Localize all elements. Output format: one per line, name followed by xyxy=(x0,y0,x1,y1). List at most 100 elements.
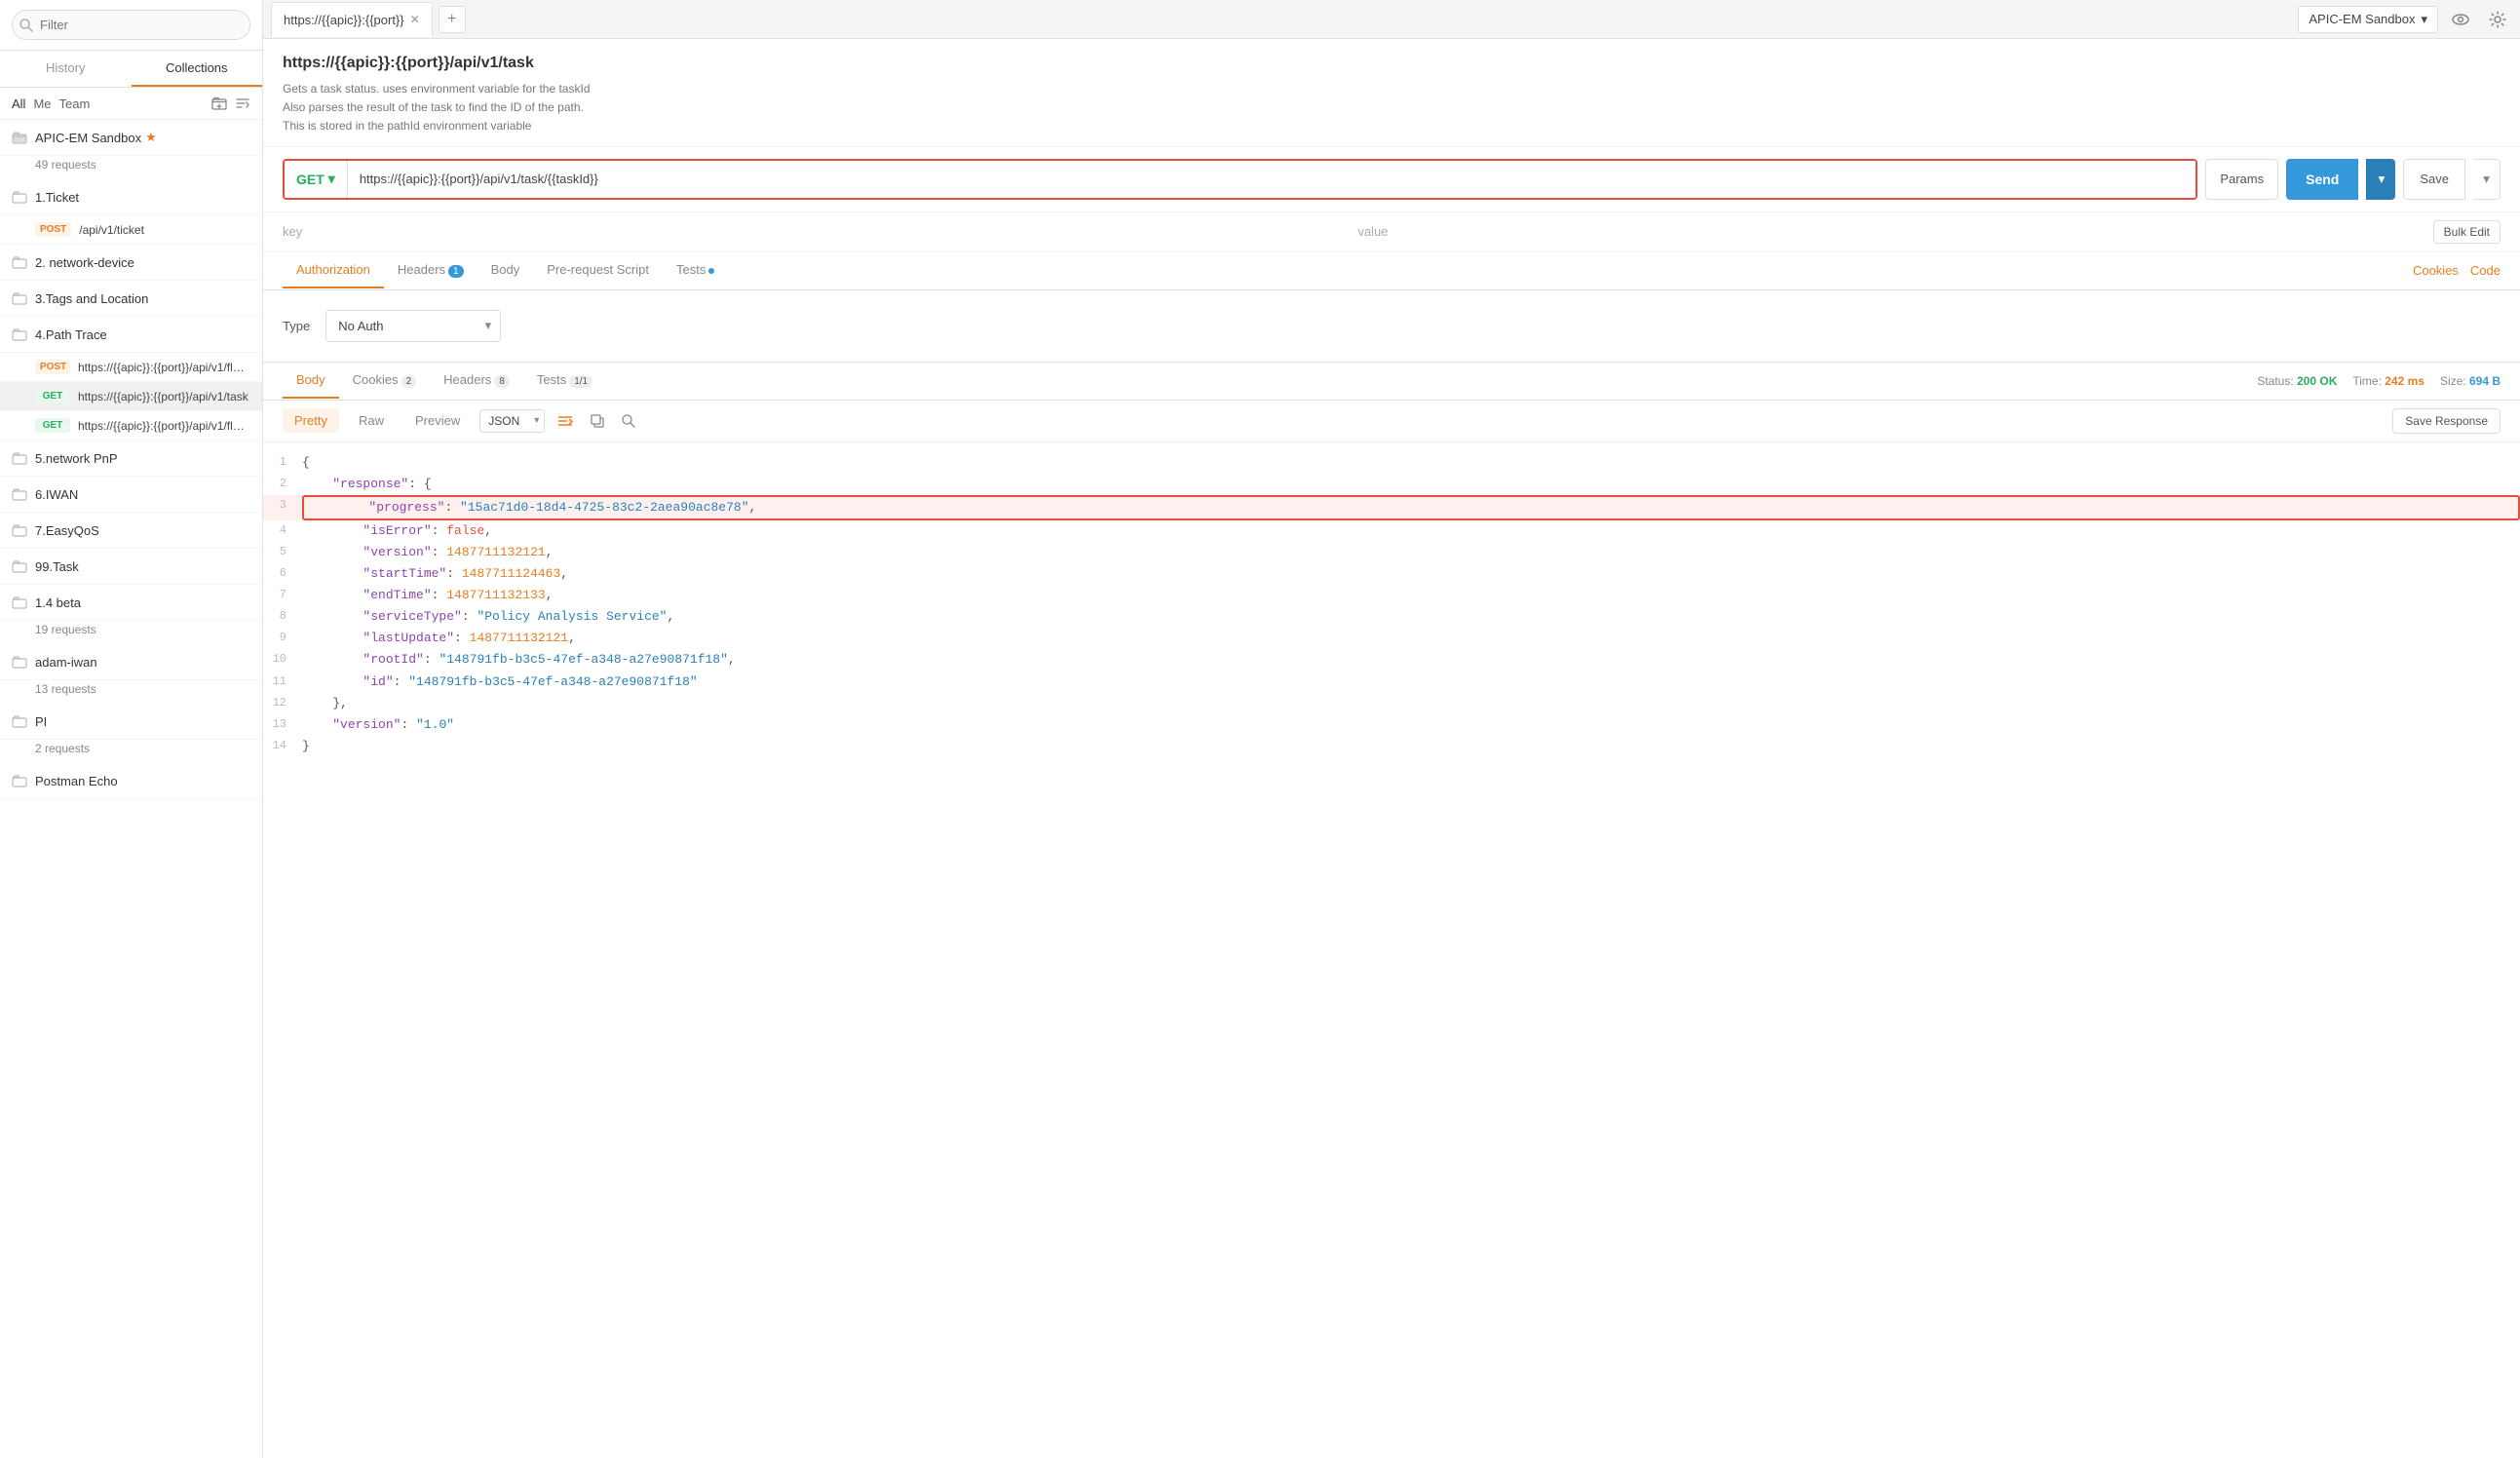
collection-iwan: 6.IWAN xyxy=(0,477,262,513)
add-folder-icon[interactable] xyxy=(211,96,227,111)
env-select-area: APIC-EM Sandbox ▾ xyxy=(2298,5,2512,34)
line-number: 3 xyxy=(263,495,302,515)
collection-name-adam: adam-iwan xyxy=(35,655,97,670)
send-button[interactable]: Send xyxy=(2286,159,2358,200)
code-line: 11 "id": "148791fb-b3c5-47ef-a348-a27e90… xyxy=(263,671,2520,693)
wrap-icon-btn[interactable] xyxy=(553,408,578,434)
time-value: 242 ms xyxy=(2385,374,2425,388)
collection-header-beta[interactable]: 1.4 beta xyxy=(0,585,262,621)
eye-icon-btn[interactable] xyxy=(2446,5,2475,34)
collection-header-easyqos[interactable]: 7.EasyQoS xyxy=(0,513,262,549)
folder-icon xyxy=(12,713,27,729)
save-button[interactable]: Save xyxy=(2403,159,2465,200)
format-pretty[interactable]: Pretty xyxy=(283,408,339,433)
filter-team[interactable]: Team xyxy=(59,96,91,111)
filter-me[interactable]: Me xyxy=(33,96,51,111)
folder-icon xyxy=(12,558,27,574)
line-content: "version": "1.0" xyxy=(302,714,2520,736)
code-line: 4 "isError": false, xyxy=(263,520,2520,542)
request-tabs: Authorization Headers1 Body Pre-request … xyxy=(263,252,2520,290)
collection-sub-beta: 19 requests xyxy=(0,621,262,644)
format-raw[interactable]: Raw xyxy=(347,408,396,433)
star-icon: ★ xyxy=(145,130,157,145)
url-input[interactable] xyxy=(348,161,2196,198)
collection-header-tags[interactable]: 3.Tags and Location xyxy=(0,281,262,317)
search-icon xyxy=(19,19,33,32)
env-dropdown[interactable]: APIC-EM Sandbox ▾ xyxy=(2298,6,2438,33)
method-select[interactable]: GET ▾ xyxy=(285,161,348,198)
size-value: 694 B xyxy=(2469,374,2501,388)
tab-history[interactable]: History xyxy=(0,51,132,87)
save-response-button[interactable]: Save Response xyxy=(2392,408,2501,434)
collection-header-task99[interactable]: 99.Task xyxy=(0,549,262,585)
url-bar: GET ▾ Params Send ▾ Save ▾ xyxy=(263,147,2520,212)
copy-icon-btn[interactable] xyxy=(586,409,609,433)
resp-tab-headers[interactable]: Headers8 xyxy=(430,363,523,400)
sub-item-flow-analysis[interactable]: POST https://{{apic}}:{{port}}/api/v1/fl… xyxy=(0,353,262,382)
request-url-title: https://{{apic}}:{{port}}/api/v1/task xyxy=(283,55,2501,72)
folder-icon xyxy=(12,773,27,788)
tab-bar: https://{{apic}}:{{port}} ✕ + APIC-EM Sa… xyxy=(263,0,2520,39)
send-dropdown-button[interactable]: ▾ xyxy=(2366,159,2395,200)
resp-tab-cookies[interactable]: Cookies2 xyxy=(339,363,431,400)
settings-icon-btn[interactable] xyxy=(2483,5,2512,34)
tab-pre-request[interactable]: Pre-request Script xyxy=(533,252,663,288)
collection-header-path[interactable]: 4.Path Trace xyxy=(0,317,262,353)
collection-header-pnp[interactable]: 5.network PnP xyxy=(0,441,262,477)
sub-item-path-id[interactable]: GET https://{{apic}}:{{port}}/api/v1/flo… xyxy=(0,411,262,441)
filter-input[interactable] xyxy=(12,10,250,40)
tab-close-icon[interactable]: ✕ xyxy=(410,13,420,26)
collection-header-pi[interactable]: PI xyxy=(0,704,262,740)
tab-authorization[interactable]: Authorization xyxy=(283,252,384,288)
request-description: Gets a task status. uses environment var… xyxy=(283,80,2501,136)
copy-icon xyxy=(590,413,605,429)
tab-collections[interactable]: Collections xyxy=(132,51,263,87)
tab-body[interactable]: Body xyxy=(477,252,534,288)
collection-network-device: 2. network-device xyxy=(0,245,262,281)
params-button[interactable]: Params xyxy=(2205,159,2278,200)
time-label: Time: 242 ms xyxy=(2352,374,2425,388)
tab-label: https://{{apic}}:{{port}} xyxy=(284,13,404,27)
code-area: 1 { 2 "response": { 3 "progress": "15ac7… xyxy=(263,442,2520,1458)
auth-type-select[interactable]: No Auth xyxy=(325,310,501,342)
resp-tab-body[interactable]: Body xyxy=(283,363,339,399)
response-section: Body Cookies2 Headers8 Tests1/1 Status: … xyxy=(263,362,2520,1458)
sub-item-task[interactable]: GET https://{{apic}}:{{port}}/api/v1/tas… xyxy=(0,382,262,411)
folder-icon xyxy=(12,595,27,610)
active-request-tab[interactable]: https://{{apic}}:{{port}} ✕ xyxy=(271,2,433,37)
status-label: Status: 200 OK xyxy=(2257,374,2337,388)
add-tab-button[interactable]: + xyxy=(439,6,466,33)
collection-name-easyqos: 7.EasyQoS xyxy=(35,523,99,538)
code-line: 2 "response": { xyxy=(263,474,2520,495)
collection-tags: 3.Tags and Location xyxy=(0,281,262,317)
collection-header-adam[interactable]: adam-iwan xyxy=(0,644,262,680)
collection-header-network[interactable]: 2. network-device xyxy=(0,245,262,281)
cookies-link[interactable]: Cookies xyxy=(2413,263,2459,278)
code-link[interactable]: Code xyxy=(2470,263,2501,278)
line-number: 10 xyxy=(263,649,302,669)
save-dropdown-button[interactable]: ▾ xyxy=(2473,159,2501,200)
resp-tab-tests[interactable]: Tests1/1 xyxy=(523,363,606,400)
collection-name-postman: Postman Echo xyxy=(35,774,118,788)
collection-header-iwan[interactable]: 6.IWAN xyxy=(0,477,262,513)
collection-header-apic-em[interactable]: APIC-EM Sandbox ★ xyxy=(0,120,262,156)
chevron-down-icon: ▾ xyxy=(2421,12,2427,27)
auth-section: Type No Auth xyxy=(263,290,2520,362)
json-type-select[interactable]: JSON xyxy=(479,409,545,433)
sidebar-tabs: History Collections xyxy=(0,51,262,88)
resp-toolbar: Pretty Raw Preview JSON xyxy=(263,401,2520,442)
search-resp-btn[interactable] xyxy=(617,409,640,433)
bulk-edit-button[interactable]: Bulk Edit xyxy=(2433,220,2501,244)
filter-all[interactable]: All xyxy=(12,96,25,111)
collection-name-pnp: 5.network PnP xyxy=(35,451,118,466)
collection-header-ticket[interactable]: 1.Ticket xyxy=(0,179,262,215)
tab-headers[interactable]: Headers1 xyxy=(384,252,477,289)
collection-header-postman[interactable]: Postman Echo xyxy=(0,763,262,799)
sub-item-ticket[interactable]: POST /api/v1/ticket xyxy=(0,215,262,245)
kv-value-label: value xyxy=(1357,224,2432,239)
sort-icon[interactable] xyxy=(235,96,250,111)
format-preview[interactable]: Preview xyxy=(403,408,472,433)
tab-tests[interactable]: Tests xyxy=(663,252,728,288)
sub-item-label-task: https://{{apic}}:{{port}}/api/v1/task xyxy=(78,390,248,403)
collection-name-ticket: 1.Ticket xyxy=(35,190,79,205)
